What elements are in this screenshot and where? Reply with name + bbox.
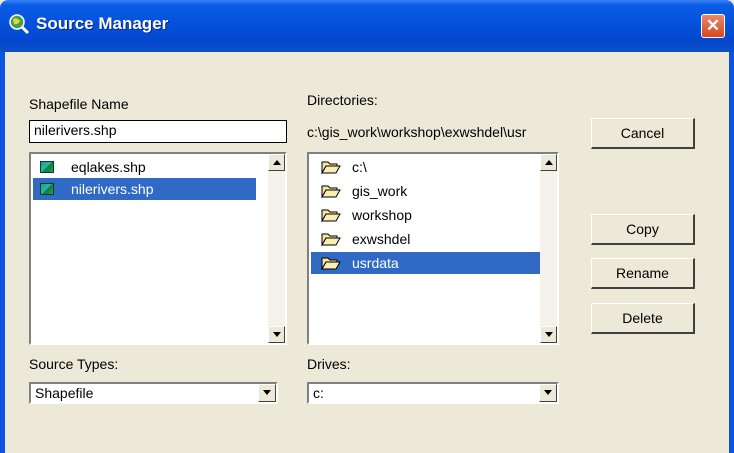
copy-button[interactable]: Copy bbox=[591, 214, 695, 245]
directory-item-exwshdel[interactable]: exwshdel bbox=[311, 228, 540, 250]
list-item-eqlakes[interactable]: eqlakes.shp bbox=[33, 156, 256, 178]
arrow-down-icon bbox=[273, 332, 281, 337]
cancel-button[interactable]: Cancel bbox=[591, 118, 695, 149]
shapefile-list[interactable]: eqlakes.shp nilerivers.shp bbox=[29, 152, 287, 345]
scroll-down-button[interactable] bbox=[540, 326, 557, 343]
directory-item-usrdata[interactable]: usrdata bbox=[311, 252, 540, 274]
dropdown-button[interactable] bbox=[539, 384, 557, 402]
open-folder-icon bbox=[321, 161, 341, 174]
chevron-down-icon bbox=[263, 390, 271, 395]
arrow-up-icon bbox=[273, 160, 281, 165]
directories-list-scrollbar[interactable] bbox=[540, 154, 557, 343]
shapefile-list-scrollbar[interactable] bbox=[268, 154, 285, 343]
scroll-down-button[interactable] bbox=[268, 326, 285, 343]
shapefile-name-input[interactable]: nilerivers.shp bbox=[29, 120, 287, 143]
scroll-up-button[interactable] bbox=[540, 154, 557, 171]
scroll-track[interactable] bbox=[268, 171, 285, 326]
open-folder-icon bbox=[321, 209, 341, 222]
window-title: Source Manager bbox=[36, 14, 169, 33]
directory-item-c[interactable]: c:\ bbox=[311, 156, 540, 178]
source-types-label: Source Types: bbox=[29, 356, 119, 372]
shapefile-icon bbox=[40, 161, 54, 173]
dropdown-button[interactable] bbox=[258, 384, 276, 402]
window-frame-right bbox=[729, 52, 734, 453]
shapefile-icon bbox=[40, 183, 54, 195]
close-icon: ✕ bbox=[705, 16, 721, 35]
scroll-track[interactable] bbox=[540, 171, 557, 326]
chevron-down-icon bbox=[544, 390, 552, 395]
current-directory-path: c:\gis_work\workshop\exwshdel\usr bbox=[307, 124, 527, 140]
drives-label: Drives: bbox=[307, 356, 351, 372]
scroll-up-button[interactable] bbox=[268, 154, 285, 171]
directories-label: Directories: bbox=[307, 92, 378, 108]
directory-item-gis-work[interactable]: gis_work bbox=[311, 180, 540, 202]
title-bar[interactable]: Source Manager ✕ bbox=[0, 0, 734, 52]
directories-list[interactable]: c:\ gis_work workshop exwshdel usrdata bbox=[307, 152, 559, 345]
list-item-nilerivers[interactable]: nilerivers.shp bbox=[33, 178, 256, 200]
open-folder-icon bbox=[321, 185, 341, 198]
directory-item-workshop[interactable]: workshop bbox=[311, 204, 540, 226]
source-types-value: Shapefile bbox=[35, 385, 94, 401]
arrow-down-icon bbox=[545, 332, 553, 337]
source-types-dropdown[interactable]: Shapefile bbox=[29, 382, 278, 404]
window-frame-left bbox=[0, 52, 5, 453]
rename-button[interactable]: Rename bbox=[591, 258, 695, 289]
close-button[interactable]: ✕ bbox=[701, 14, 725, 38]
drives-dropdown[interactable]: c: bbox=[307, 382, 559, 404]
open-folder-icon bbox=[321, 257, 341, 270]
globe-magnifier-icon bbox=[9, 14, 30, 35]
delete-button[interactable]: Delete bbox=[591, 303, 695, 334]
arrow-up-icon bbox=[545, 160, 553, 165]
open-folder-icon bbox=[321, 233, 341, 246]
drives-value: c: bbox=[313, 385, 324, 401]
shapefile-name-label: Shapefile Name bbox=[29, 96, 129, 112]
